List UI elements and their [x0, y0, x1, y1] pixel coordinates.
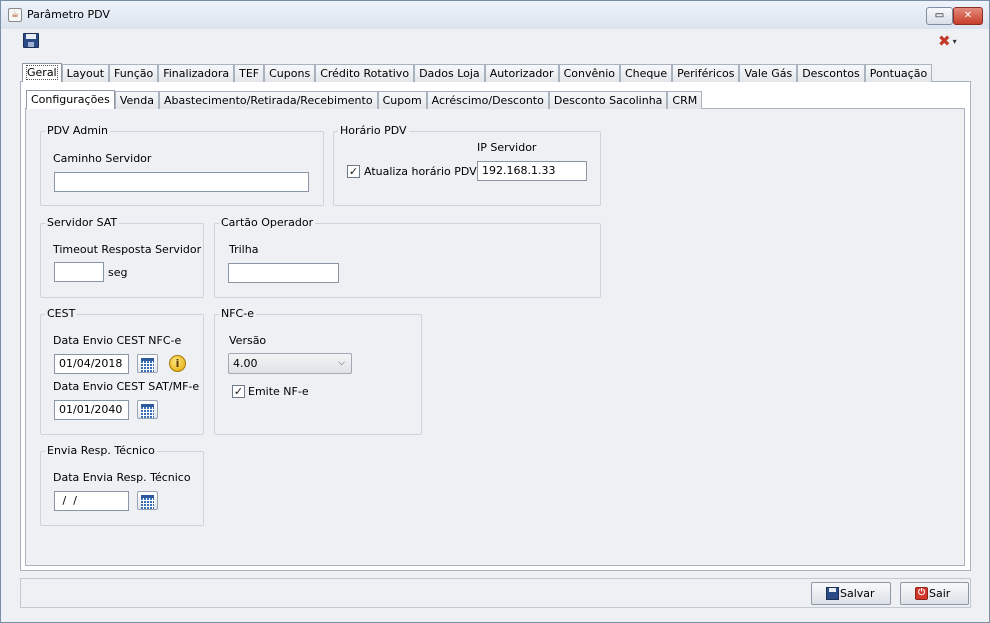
java-app-icon: ☕	[8, 8, 22, 22]
tab-credito-rotativo[interactable]: Crédito Rotativo	[315, 64, 415, 82]
salvar-label: Salvar	[840, 587, 875, 600]
versao-label: Versão	[229, 334, 267, 347]
versao-value: 4.00	[233, 357, 258, 370]
subtab-configuracoes[interactable]: Configurações	[26, 90, 115, 109]
data-resp-tecnico-input[interactable]: / /	[54, 491, 129, 511]
app-window: ☕ Parâmetro PDV ▭ ✕ ✖ ▾ Geral Layout Funç…	[0, 0, 990, 623]
servidor-sat-group: Servidor SAT	[40, 216, 204, 298]
calendar-icon[interactable]	[137, 400, 158, 419]
sub-tab-bar: Configurações Venda Abastecimento/Retira…	[26, 90, 703, 109]
tab-dados-loja[interactable]: Dados Loja	[414, 64, 485, 82]
main-tab-bar: Geral Layout Função Finalizadora TEF Cup…	[22, 63, 933, 82]
trilha-label: Trilha	[229, 243, 259, 256]
group-title: NFC-e	[219, 307, 256, 320]
tab-perifericos[interactable]: Periféricos	[672, 64, 740, 82]
subtab-cupom[interactable]: Cupom	[377, 91, 427, 109]
sair-button[interactable]: ⏻ Sair	[900, 582, 969, 605]
tab-descontos[interactable]: Descontos	[797, 64, 865, 82]
resp-tecnico-group: Envia Resp. Técnico	[40, 444, 204, 526]
timeout-label: Timeout Resposta Servidor	[53, 243, 202, 256]
sair-label: Sair	[929, 587, 951, 600]
subtab-acrescimo-desconto[interactable]: Acréscimo/Desconto	[426, 91, 549, 109]
atualiza-horario-checkbox[interactable]: ✓	[347, 165, 360, 178]
atualiza-horario-label: Atualiza horário PDV	[364, 165, 477, 178]
tab-cheque[interactable]: Cheque	[619, 64, 673, 82]
tools-menu-icon[interactable]: ✖ ▾	[938, 32, 970, 50]
restore-button[interactable]: ▭	[926, 7, 953, 25]
nfce-group: NFC-e	[214, 307, 422, 435]
close-button[interactable]: ✕	[953, 7, 983, 25]
subtab-desconto-sacolinha[interactable]: Desconto Sacolinha	[548, 91, 668, 109]
tab-pontuacao[interactable]: Pontuação	[864, 64, 933, 82]
trilha-input[interactable]	[228, 263, 339, 283]
tab-finalizadora[interactable]: Finalizadora	[158, 64, 235, 82]
title-bar: ☕ Parâmetro PDV ▭ ✕	[1, 1, 989, 29]
tab-autorizador[interactable]: Autorizador	[484, 64, 559, 82]
caminho-servidor-input[interactable]	[54, 172, 309, 192]
caminho-servidor-label: Caminho Servidor	[53, 152, 152, 165]
group-title: Servidor SAT	[45, 216, 120, 229]
pdv-admin-group: PDV Admin	[40, 124, 324, 206]
tab-funcao[interactable]: Função	[109, 64, 159, 82]
cartao-operador-group: Cartão Operador	[214, 216, 601, 298]
subtab-abastecimento[interactable]: Abastecimento/Retirada/Recebimento	[158, 91, 378, 109]
tab-layout[interactable]: Layout	[61, 64, 110, 82]
toolbar-save-icon[interactable]	[23, 33, 39, 48]
emite-nfe-label: Emite NF-e	[248, 385, 309, 398]
tab-geral[interactable]: Geral	[22, 63, 62, 82]
data-envio-cest-sat-label: Data Envio CEST SAT/MF-e	[53, 380, 200, 393]
chevron-down-icon: ⌵	[338, 358, 345, 368]
tools-icon: ✖	[938, 32, 951, 50]
group-title: Horário PDV	[338, 124, 409, 137]
calendar-icon[interactable]	[137, 491, 158, 510]
info-icon[interactable]: i	[169, 355, 186, 372]
save-icon	[826, 587, 839, 600]
data-envio-cest-nfce-input[interactable]: 01/04/2018	[54, 354, 129, 374]
data-resp-tecnico-label: Data Envia Resp. Técnico	[53, 471, 191, 484]
timeout-input[interactable]	[54, 262, 104, 282]
dropdown-arrow-icon: ▾	[952, 36, 957, 46]
ip-servidor-input[interactable]: 192.168.1.33	[477, 161, 587, 181]
data-envio-cest-nfce-label: Data Envio CEST NFC-e	[53, 334, 182, 347]
tab-convenio[interactable]: Convênio	[558, 64, 620, 82]
window-title: Parâmetro PDV	[27, 8, 110, 21]
tab-cupons[interactable]: Cupons	[264, 64, 316, 82]
group-title: Envia Resp. Técnico	[45, 444, 157, 457]
subtab-crm[interactable]: CRM	[667, 91, 703, 109]
group-title: CEST	[45, 307, 78, 320]
group-title: Cartão Operador	[219, 216, 316, 229]
ip-servidor-label: IP Servidor	[477, 141, 537, 154]
data-envio-cest-sat-input[interactable]: 01/01/2040	[54, 400, 129, 420]
emite-nfe-checkbox[interactable]: ✓	[232, 385, 245, 398]
tab-tef[interactable]: TEF	[234, 64, 265, 82]
calendar-icon[interactable]	[137, 354, 158, 373]
versao-select[interactable]: 4.00 ⌵	[228, 353, 352, 374]
exit-icon: ⏻	[915, 587, 928, 600]
group-title: PDV Admin	[45, 124, 110, 137]
tab-vale-gas[interactable]: Vale Gás	[739, 64, 798, 82]
subtab-venda[interactable]: Venda	[114, 91, 159, 109]
salvar-button[interactable]: Salvar	[811, 582, 891, 605]
timeout-unit-label: seg	[108, 266, 128, 279]
